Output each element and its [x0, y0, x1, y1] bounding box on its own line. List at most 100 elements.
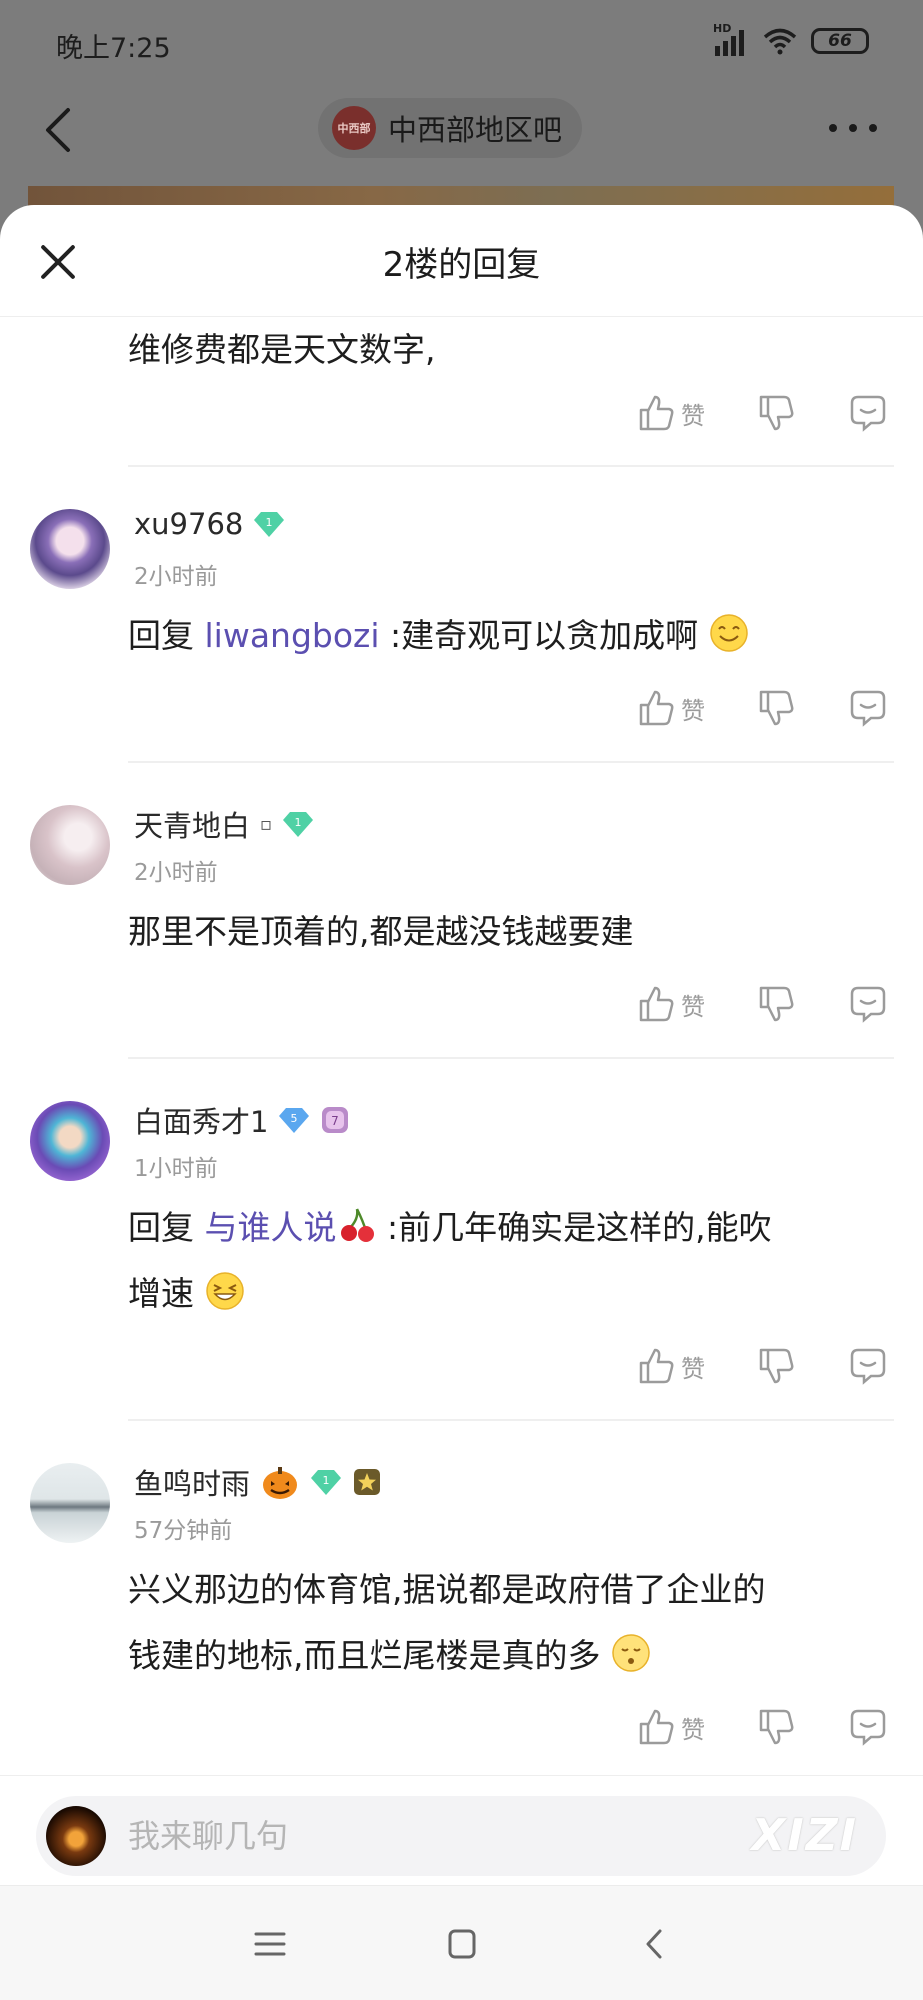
battery-indicator: 66: [811, 28, 869, 54]
member-gem-icon: 5: [279, 1108, 310, 1133]
comment-actions: 赞: [637, 1341, 887, 1391]
forum-chip[interactable]: 中西部 中西部地区吧: [318, 98, 583, 158]
member-gem-icon: 1: [283, 812, 314, 837]
like-label: 赞: [681, 1715, 705, 1744]
like-label: 赞: [681, 401, 705, 430]
comment-bubble-icon: [850, 1348, 886, 1385]
svg-text:1: 1: [323, 1474, 330, 1487]
reply-button[interactable]: [849, 689, 887, 727]
forum-logo: 中西部: [332, 106, 376, 150]
system-nav-bar: [0, 1885, 923, 2000]
forum-name: 中西部地区吧: [388, 113, 563, 147]
sheet-title: 2楼的回复: [382, 245, 541, 285]
thumbs-down-icon: [759, 1709, 794, 1745]
like-button[interactable]: 赞: [637, 985, 705, 1023]
sheet-header: 2楼的回复: [0, 205, 923, 317]
comment-bubble-icon: [850, 1709, 886, 1746]
reply-button[interactable]: [849, 394, 887, 432]
comment-time: 1小时前: [134, 1156, 218, 1182]
comment-actions: 赞: [637, 388, 887, 438]
like-button[interactable]: 赞: [637, 689, 705, 727]
dislike-button[interactable]: [757, 985, 795, 1023]
mention-link[interactable]: 与谁人说: [205, 1208, 337, 1247]
avatar[interactable]: [30, 1463, 110, 1543]
top-nav: 中西部 中西部地区吧: [0, 90, 923, 170]
username[interactable]: 天青地白 ▫ 1: [134, 803, 314, 845]
username-text: xu9768: [134, 507, 244, 541]
like-button[interactable]: 赞: [637, 1708, 705, 1746]
like-label: 赞: [681, 1354, 705, 1383]
reply-body: :建奇观可以贪加成啊: [390, 616, 699, 655]
dislike-button[interactable]: [757, 1347, 795, 1385]
cherry-emoji-icon: [340, 1208, 374, 1242]
comment-actions: 赞: [637, 979, 887, 1029]
thumbs-up-icon: [639, 395, 674, 431]
dislike-button[interactable]: [757, 689, 795, 727]
username-text: 天青地白: [134, 809, 251, 843]
username[interactable]: 白面秀才1 5 7: [134, 1099, 350, 1141]
divider: [128, 761, 894, 763]
username-text: 鱼鸣时雨: [134, 1467, 251, 1501]
smile-emoji-icon: [709, 614, 748, 652]
comment-time: 2小时前: [134, 564, 218, 590]
status-time: 晚上7:25: [56, 33, 171, 64]
reply-button[interactable]: [849, 1347, 887, 1385]
star-badge-icon: [354, 1469, 381, 1495]
reply-body-continued: 增速: [128, 1274, 194, 1313]
reply-body-continued: 钱建的地标,而且烂尾楼是真的多: [128, 1636, 601, 1675]
username[interactable]: 鱼鸣时雨 1: [134, 1461, 382, 1503]
comment-actions: 赞: [637, 683, 887, 733]
like-label: 赞: [681, 696, 705, 725]
pensive-emoji-icon: [612, 1634, 650, 1672]
comment-text: 那里不是顶着的,都是越没钱越要建: [128, 912, 634, 951]
grin-emoji-icon: [205, 1272, 244, 1310]
thumbs-down-icon: [759, 1348, 794, 1384]
username-text: 白面秀才1: [134, 1105, 269, 1139]
more-options-icon[interactable]: [829, 124, 877, 132]
comment-input-bar: XIZI: [0, 1775, 923, 1885]
home-icon[interactable]: [442, 1926, 482, 1962]
my-avatar[interactable]: [46, 1806, 106, 1866]
reply-prefix: 回复: [128, 616, 194, 655]
comment-input[interactable]: [128, 1808, 728, 1864]
avatar[interactable]: [30, 509, 110, 589]
level-badge-icon: 7: [322, 1107, 349, 1133]
comment-actions: 赞: [637, 1702, 887, 1752]
like-button[interactable]: 赞: [637, 1347, 705, 1385]
thumbs-up-icon: [639, 1348, 674, 1384]
comment-time: 57分钟前: [134, 1518, 233, 1544]
menu-icon[interactable]: [250, 1926, 290, 1962]
avatar[interactable]: [30, 805, 110, 885]
comment-text: 回复 与谁人说 :前几年确实是这样的,能吹: [128, 1195, 772, 1261]
mention-link[interactable]: liwangbozi: [205, 616, 380, 655]
thumbs-down-icon: [759, 395, 794, 431]
watermark: XIZI: [751, 1810, 858, 1861]
comment-text: 回复 liwangbozi :建奇观可以贪加成啊: [128, 603, 749, 669]
comment-text-line2: 钱建的地标,而且烂尾楼是真的多: [128, 1623, 651, 1689]
thumbs-up-icon: [639, 986, 674, 1022]
comment-text-line2: 增速: [128, 1261, 245, 1327]
signal-icon: HD: [713, 22, 749, 56]
reply-sheet: 2楼的回复 维修费都是天文数字, 赞 xu9768 1 2小时前 回复 liwa…: [0, 205, 923, 2000]
avatar[interactable]: [30, 1101, 110, 1181]
reply-button[interactable]: [849, 985, 887, 1023]
divider: [128, 1419, 894, 1421]
comment-time: 2小时前: [134, 860, 218, 886]
divider: [128, 1057, 894, 1059]
like-label: 赞: [681, 992, 705, 1021]
svg-text:7: 7: [332, 1114, 340, 1128]
back-icon[interactable]: [636, 1926, 676, 1962]
status-icons: HD 66: [713, 22, 869, 56]
wifi-icon: [763, 28, 797, 55]
reply-button[interactable]: [849, 1708, 887, 1746]
dislike-button[interactable]: [757, 394, 795, 432]
dislike-button[interactable]: [757, 1708, 795, 1746]
member-gem-icon: 1: [254, 512, 285, 537]
username[interactable]: xu9768 1: [134, 507, 285, 541]
back-arrow-icon[interactable]: [40, 106, 80, 154]
input-pill[interactable]: XIZI: [36, 1796, 886, 1876]
thumbs-up-icon: [639, 690, 674, 726]
like-button[interactable]: 赞: [637, 394, 705, 432]
status-bar: 晚上7:25 HD 66: [0, 0, 923, 84]
svg-text:1: 1: [295, 816, 302, 829]
